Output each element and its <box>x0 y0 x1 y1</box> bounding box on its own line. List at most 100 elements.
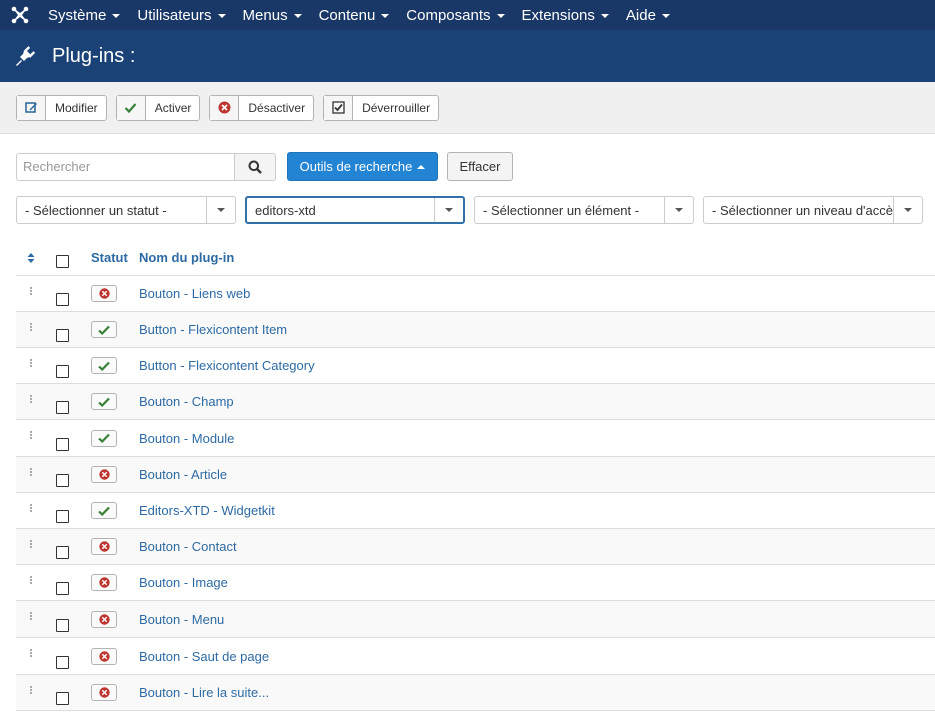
drag-handle-icon[interactable] <box>24 675 38 710</box>
drag-handle-icon[interactable] <box>24 457 38 492</box>
checkbox[interactable] <box>56 255 69 268</box>
drag-handle-icon[interactable] <box>24 493 38 528</box>
status-toggle[interactable] <box>91 384 117 419</box>
status-button[interactable] <box>91 285 117 302</box>
nav-contenu[interactable]: Contenu <box>311 0 399 30</box>
clear-button[interactable]: Effacer <box>447 152 513 181</box>
plugin-name-link[interactable]: Editors-XTD - Widgetkit <box>139 493 275 528</box>
drag-handle-icon[interactable] <box>24 638 38 674</box>
checkbox[interactable] <box>56 692 69 705</box>
checkbox[interactable] <box>56 365 69 378</box>
plugin-name-link[interactable]: Bouton - Saut de page <box>139 638 269 674</box>
drag-handle-icon[interactable] <box>24 384 38 419</box>
drag-handle-icon[interactable] <box>24 348 38 383</box>
row-checkbox[interactable] <box>56 457 70 498</box>
type-select[interactable]: editors-xtd <box>245 196 465 224</box>
status-button[interactable] <box>91 538 117 555</box>
row-checkbox[interactable] <box>56 420 70 462</box>
status-button[interactable] <box>91 610 117 628</box>
status-toggle[interactable] <box>91 312 117 347</box>
row-checkbox[interactable] <box>56 312 70 353</box>
status-button[interactable] <box>91 502 117 519</box>
status-toggle[interactable] <box>91 457 117 492</box>
nav-composants[interactable]: Composants <box>398 0 513 30</box>
checkbox[interactable] <box>56 618 69 632</box>
status-select[interactable]: - Sélectionner un statut - <box>16 196 236 224</box>
drag-handle-icon[interactable] <box>24 529 38 564</box>
status-toggle[interactable] <box>91 529 117 564</box>
nav-utilisateurs[interactable]: Utilisateurs <box>129 0 234 30</box>
desactiver-label: Désactiver <box>248 100 306 115</box>
status-toggle[interactable] <box>91 675 117 710</box>
chevron-down-icon <box>664 197 693 223</box>
row-checkbox[interactable] <box>56 493 70 534</box>
nav-aide[interactable]: Aide <box>618 0 679 30</box>
drag-handle-icon[interactable] <box>24 565 38 600</box>
search-input[interactable] <box>16 152 235 181</box>
plugin-name-link[interactable]: Bouton - Contact <box>139 529 237 564</box>
joomla-logo-icon[interactable] <box>0 0 40 30</box>
checkbox[interactable] <box>56 437 69 451</box>
status-toggle[interactable] <box>91 493 117 528</box>
modifier-button[interactable]: Modifier <box>16 94 107 121</box>
row-checkbox[interactable] <box>56 565 70 606</box>
plugin-name-link[interactable]: Bouton - Image <box>139 565 228 600</box>
plugin-name-link[interactable]: Button - Flexicontent Category <box>139 348 315 383</box>
row-checkbox[interactable] <box>56 384 70 425</box>
checkbox[interactable] <box>56 329 69 342</box>
plugin-name-link[interactable]: Bouton - Champ <box>139 384 234 419</box>
row-checkbox[interactable] <box>56 348 70 389</box>
checkbox[interactable] <box>56 474 69 487</box>
select-all-checkbox[interactable] <box>56 240 70 279</box>
checkbox[interactable] <box>56 582 69 595</box>
row-checkbox[interactable] <box>56 638 70 680</box>
status-button[interactable] <box>91 321 117 338</box>
drag-handle-icon[interactable] <box>24 312 38 347</box>
access-select[interactable]: - Sélectionner un niveau d'accès - <box>703 196 923 224</box>
plugin-name-link[interactable]: Bouton - Menu <box>139 601 224 637</box>
checkbox[interactable] <box>56 546 69 559</box>
row-checkbox[interactable] <box>56 601 70 643</box>
activer-button[interactable]: Activer <box>115 94 201 121</box>
search-tools-button[interactable]: Outils de recherche <box>287 152 438 181</box>
drag-handle-icon[interactable] <box>24 420 38 456</box>
plugin-name-link[interactable]: Bouton - Module <box>139 420 234 456</box>
drag-handle-icon[interactable] <box>24 276 38 311</box>
row-checkbox[interactable] <box>56 675 70 716</box>
status-button[interactable] <box>91 357 117 374</box>
status-button[interactable] <box>91 393 117 410</box>
search-button[interactable] <box>235 152 276 181</box>
element-select[interactable]: - Sélectionner un élément - <box>474 196 694 224</box>
status-button[interactable] <box>91 647 117 665</box>
checkbox[interactable] <box>56 510 69 523</box>
column-name[interactable]: Nom du plug-in <box>139 240 234 275</box>
drag-handle-icon[interactable] <box>24 601 38 637</box>
status-toggle[interactable] <box>91 565 117 600</box>
status-toggle[interactable] <box>91 348 117 383</box>
desactiver-button[interactable]: Désactiver <box>209 94 315 121</box>
deverrouiller-button[interactable]: Déverrouiller <box>323 94 440 121</box>
nav-systeme[interactable]: Système <box>40 0 129 30</box>
status-toggle[interactable] <box>91 420 117 456</box>
status-toggle[interactable] <box>91 276 117 311</box>
nav-label: Système <box>48 6 107 24</box>
checkbox[interactable] <box>56 401 69 414</box>
status-button[interactable] <box>91 574 117 591</box>
plugin-name-link[interactable]: Bouton - Liens web <box>139 276 250 311</box>
status-button[interactable] <box>91 684 117 701</box>
column-status[interactable]: Statut <box>91 240 128 275</box>
ordering-sort-icon[interactable] <box>24 240 38 275</box>
plugin-name-link[interactable]: Bouton - Article <box>139 457 227 492</box>
plugin-name-link[interactable]: Button - Flexicontent Item <box>139 312 287 347</box>
checkbox[interactable] <box>56 293 69 306</box>
status-button[interactable] <box>91 466 117 483</box>
checkbox[interactable] <box>56 655 69 669</box>
status-toggle[interactable] <box>91 638 117 674</box>
row-checkbox[interactable] <box>56 529 70 570</box>
plugin-name-link[interactable]: Bouton - Lire la suite... <box>139 675 269 710</box>
row-checkbox[interactable] <box>56 276 70 317</box>
status-button[interactable] <box>91 429 117 447</box>
nav-extensions[interactable]: Extensions <box>514 0 618 30</box>
status-toggle[interactable] <box>91 601 117 637</box>
nav-menus[interactable]: Menus <box>235 0 311 30</box>
